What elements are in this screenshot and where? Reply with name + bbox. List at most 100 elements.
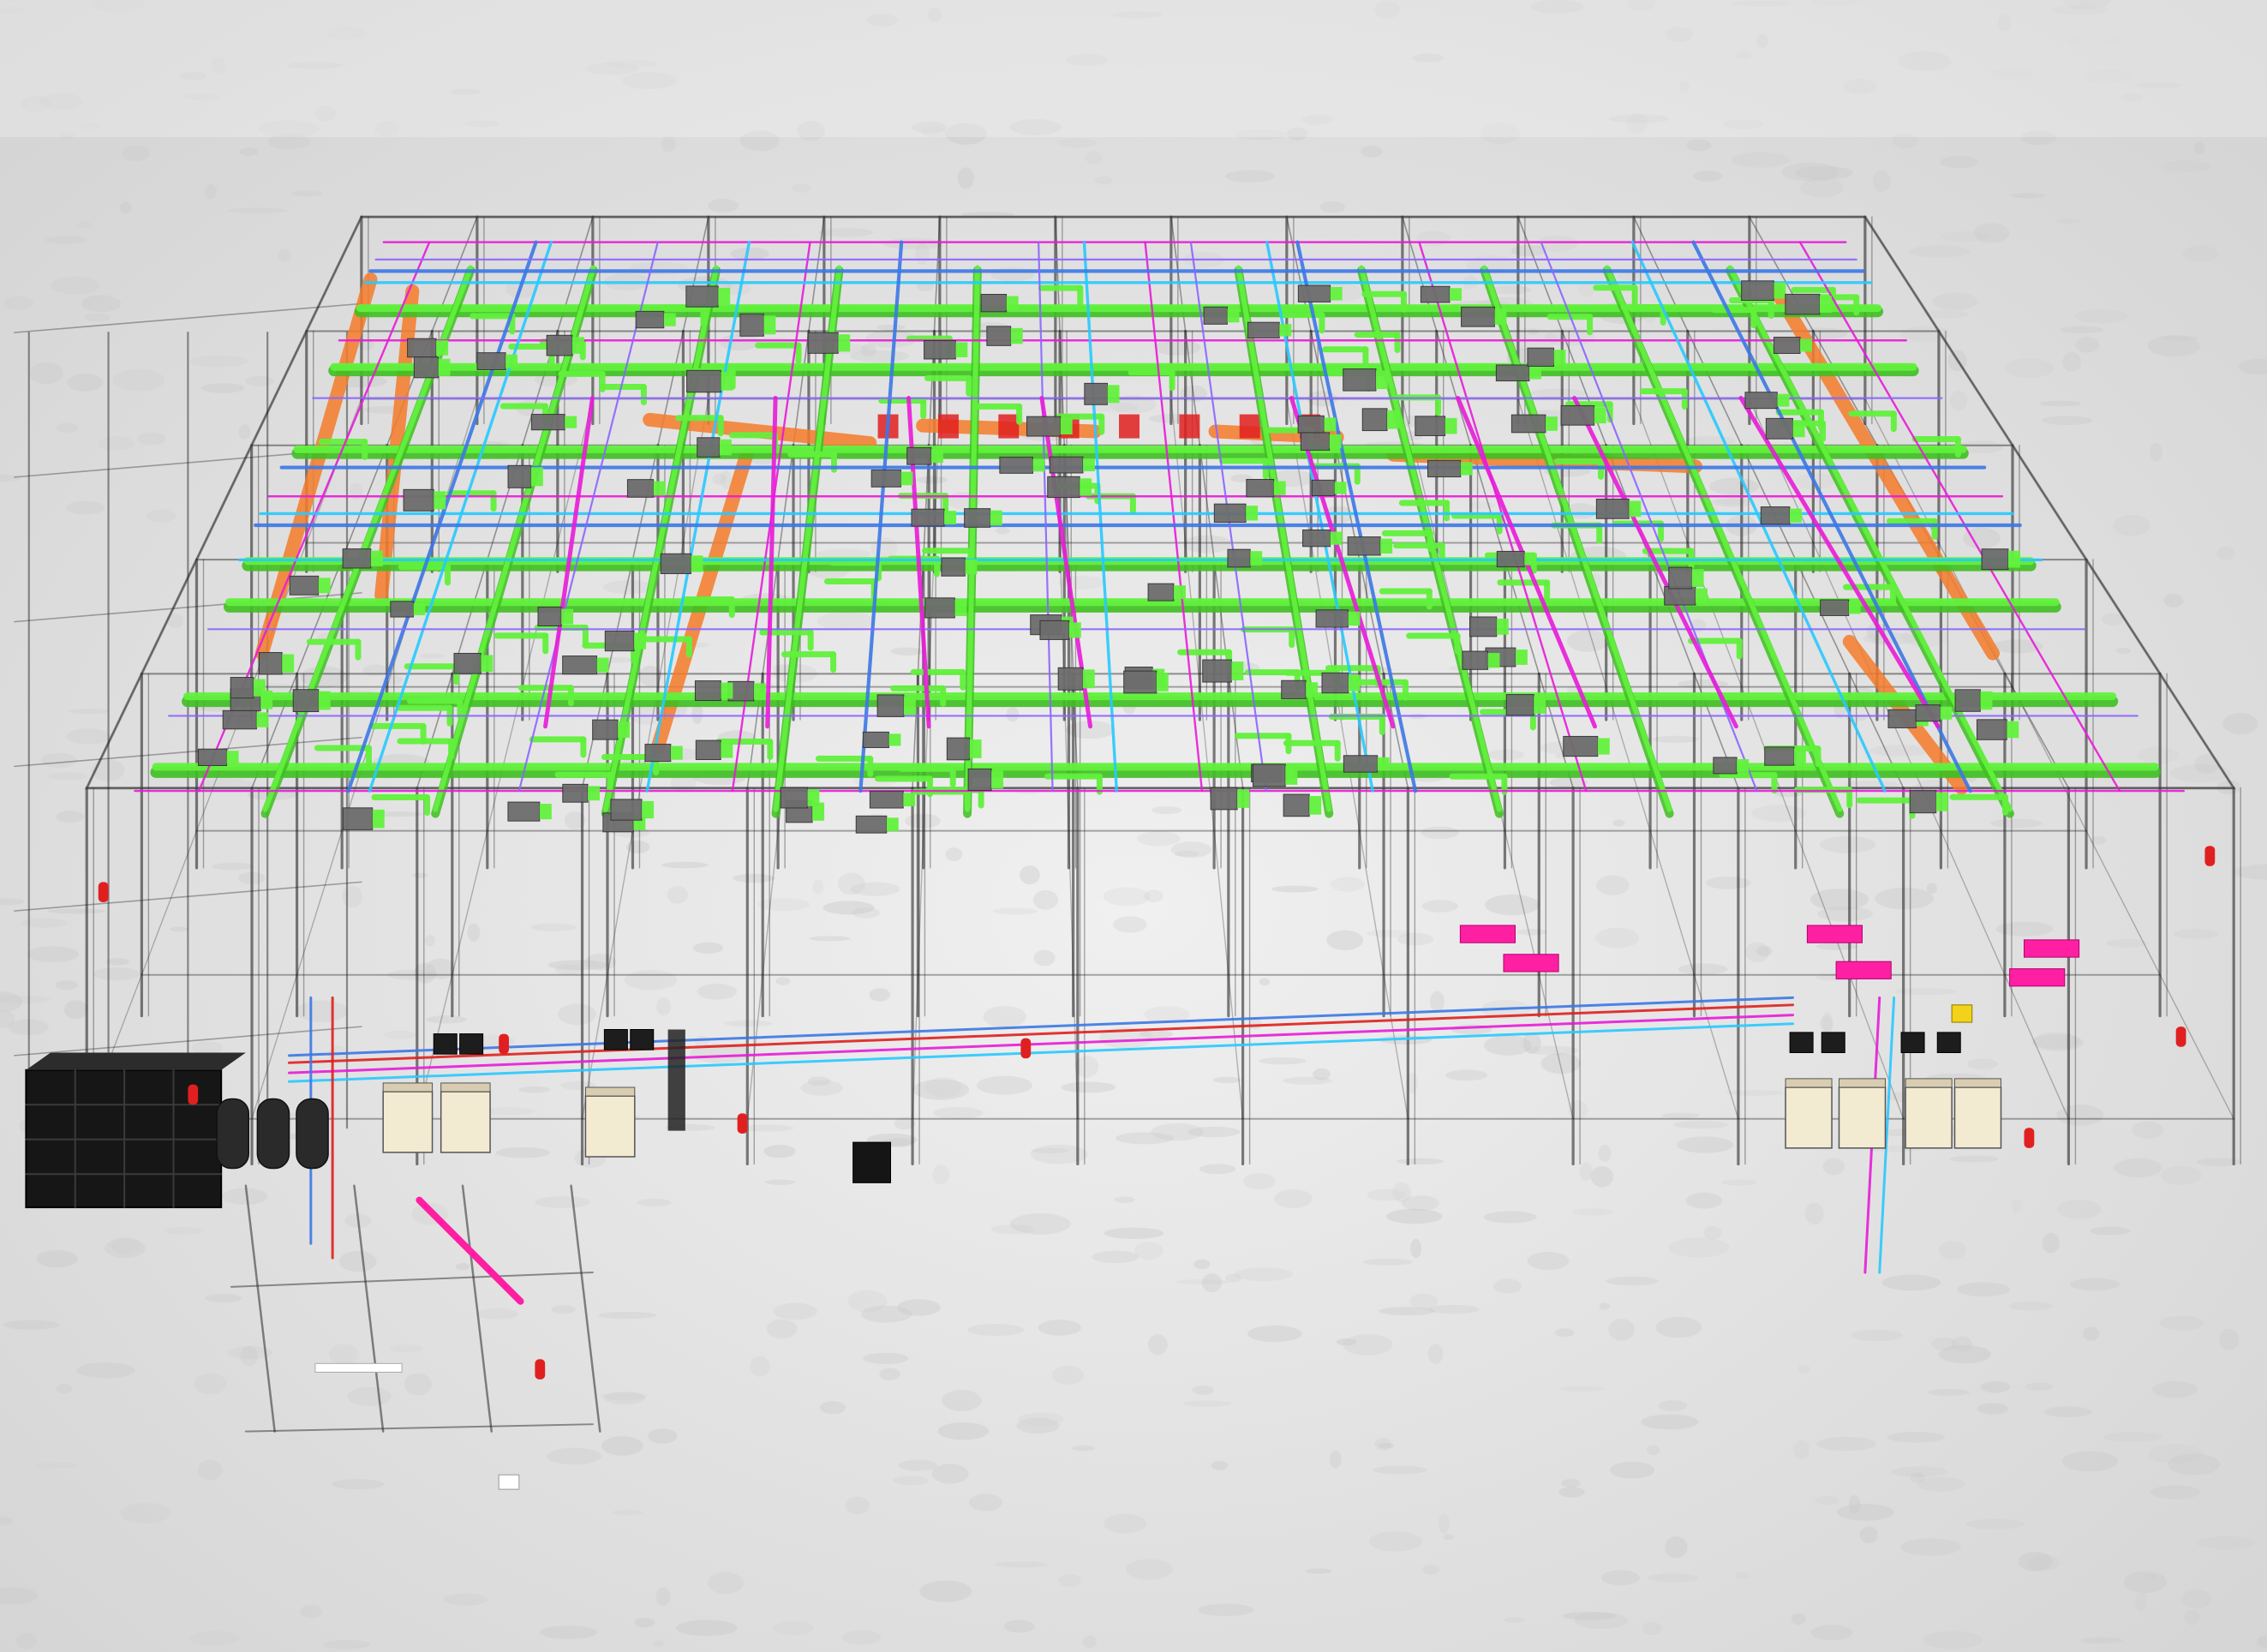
fan-coil-unit xyxy=(1315,609,1349,628)
fan-coil-unit xyxy=(1820,599,1850,616)
fan-coil-unit xyxy=(739,313,764,337)
fire-extinguisher xyxy=(2024,1128,2035,1148)
unit-connector xyxy=(2007,721,2019,739)
unit-connector xyxy=(1800,338,1813,352)
fan-coil-unit xyxy=(686,369,721,393)
fan-coil-unit xyxy=(695,739,721,760)
fan-coil-unit xyxy=(1347,536,1381,556)
cabinet-top xyxy=(382,1082,434,1092)
pink-air-handler xyxy=(1503,954,1559,973)
electrical-cabinet xyxy=(584,1095,636,1158)
fan-coil-unit xyxy=(1773,337,1801,354)
unit-connector xyxy=(226,751,239,764)
unit-connector xyxy=(2007,550,2020,568)
fan-coil-unit xyxy=(1213,503,1247,523)
fire-damper xyxy=(1179,414,1200,439)
unit-connector xyxy=(1250,551,1263,566)
pressure-vessel xyxy=(296,1098,329,1170)
unit-connector xyxy=(1793,748,1806,764)
unit-connector xyxy=(618,721,631,739)
fan-coil-unit xyxy=(604,630,635,652)
unit-connector xyxy=(900,471,913,486)
unit-connector xyxy=(653,481,666,496)
stray-object xyxy=(498,1474,520,1490)
fan-coil-unit xyxy=(1563,735,1599,757)
fan-coil-unit xyxy=(1300,432,1331,451)
fire-extinguisher xyxy=(535,1359,546,1380)
fan-coil-unit xyxy=(390,601,415,618)
unit-connector xyxy=(1528,366,1541,380)
fan-coil-unit xyxy=(1668,566,1693,590)
fan-coil-unit xyxy=(941,557,966,577)
fire-extinguisher xyxy=(2175,1027,2186,1047)
fan-coil-unit xyxy=(530,414,565,431)
fan-coil-unit xyxy=(1297,284,1331,302)
unit-connector xyxy=(1496,618,1509,635)
unit-connector xyxy=(903,696,916,715)
control-panel xyxy=(630,1029,655,1050)
pink-air-handler xyxy=(1459,925,1516,943)
unit-connector xyxy=(530,467,543,487)
unit-connector xyxy=(1695,588,1708,604)
fan-coil-unit xyxy=(694,680,721,702)
fan-coil-unit xyxy=(258,652,283,675)
fan-coil-unit xyxy=(1147,583,1175,602)
fan-coil-unit xyxy=(1123,670,1157,694)
fan-coil-unit xyxy=(342,548,372,569)
fan-coil-unit xyxy=(1202,659,1232,683)
unit-connector xyxy=(1010,327,1023,344)
unit-connector xyxy=(1237,789,1250,808)
electrical-cabinet xyxy=(1785,1086,1833,1149)
unit-connector xyxy=(763,315,776,335)
control-panel xyxy=(433,1033,458,1055)
fan-coil-unit xyxy=(476,352,506,370)
bim-3d-scene[interactable] xyxy=(0,0,2267,1652)
unit-connector xyxy=(807,789,820,806)
junction-box xyxy=(852,1141,891,1183)
unit-connector xyxy=(1737,758,1750,772)
unit-connector xyxy=(1460,462,1473,476)
unit-connector xyxy=(1629,500,1642,518)
fan-coil-unit xyxy=(980,294,1008,313)
unit-connector xyxy=(990,510,1002,526)
control-panel xyxy=(1900,1032,1925,1053)
unit-connector xyxy=(1060,418,1073,435)
fan-coil-unit xyxy=(610,799,643,821)
unit-connector xyxy=(372,809,385,829)
unit-connector xyxy=(721,372,733,391)
unit-connector xyxy=(954,599,967,617)
unit-connector xyxy=(642,800,655,819)
fan-coil-unit xyxy=(507,464,532,488)
cabinet-top xyxy=(1954,1078,2001,1088)
fan-coil-unit xyxy=(1203,306,1228,325)
electrical-cabinet xyxy=(440,1091,491,1153)
unit-connector xyxy=(691,555,703,572)
unit-connector xyxy=(596,657,609,673)
control-panel xyxy=(1789,1032,1814,1053)
unit-connector xyxy=(969,739,982,758)
fire-extinguisher xyxy=(499,1033,509,1055)
unit-connector xyxy=(1227,308,1240,323)
model-viewport[interactable] xyxy=(0,0,2267,1652)
fan-coil-unit xyxy=(1764,746,1795,766)
unit-connector xyxy=(1848,601,1861,614)
fan-coil-unit xyxy=(1469,616,1498,637)
fan-coil-unit xyxy=(855,815,888,834)
fan-coil-unit xyxy=(342,807,374,830)
unit-connector xyxy=(253,679,266,697)
fan-coil-unit xyxy=(870,470,902,488)
water-tank-top xyxy=(26,1052,246,1070)
yellow-marker xyxy=(1951,1004,1973,1023)
electrical-cabinet xyxy=(1905,1086,1953,1149)
unit-connector xyxy=(930,449,943,464)
unit-connector xyxy=(753,683,766,699)
unit-connector xyxy=(1789,508,1802,523)
fan-coil-unit xyxy=(807,332,839,354)
unit-connector xyxy=(413,602,426,616)
unit-connector xyxy=(1082,669,1095,689)
fan-coil-unit xyxy=(1297,415,1325,434)
fan-coil-unit xyxy=(911,508,945,527)
fan-coil-unit xyxy=(1510,414,1546,434)
fan-coil-unit xyxy=(507,801,541,822)
control-panel xyxy=(459,1033,484,1055)
